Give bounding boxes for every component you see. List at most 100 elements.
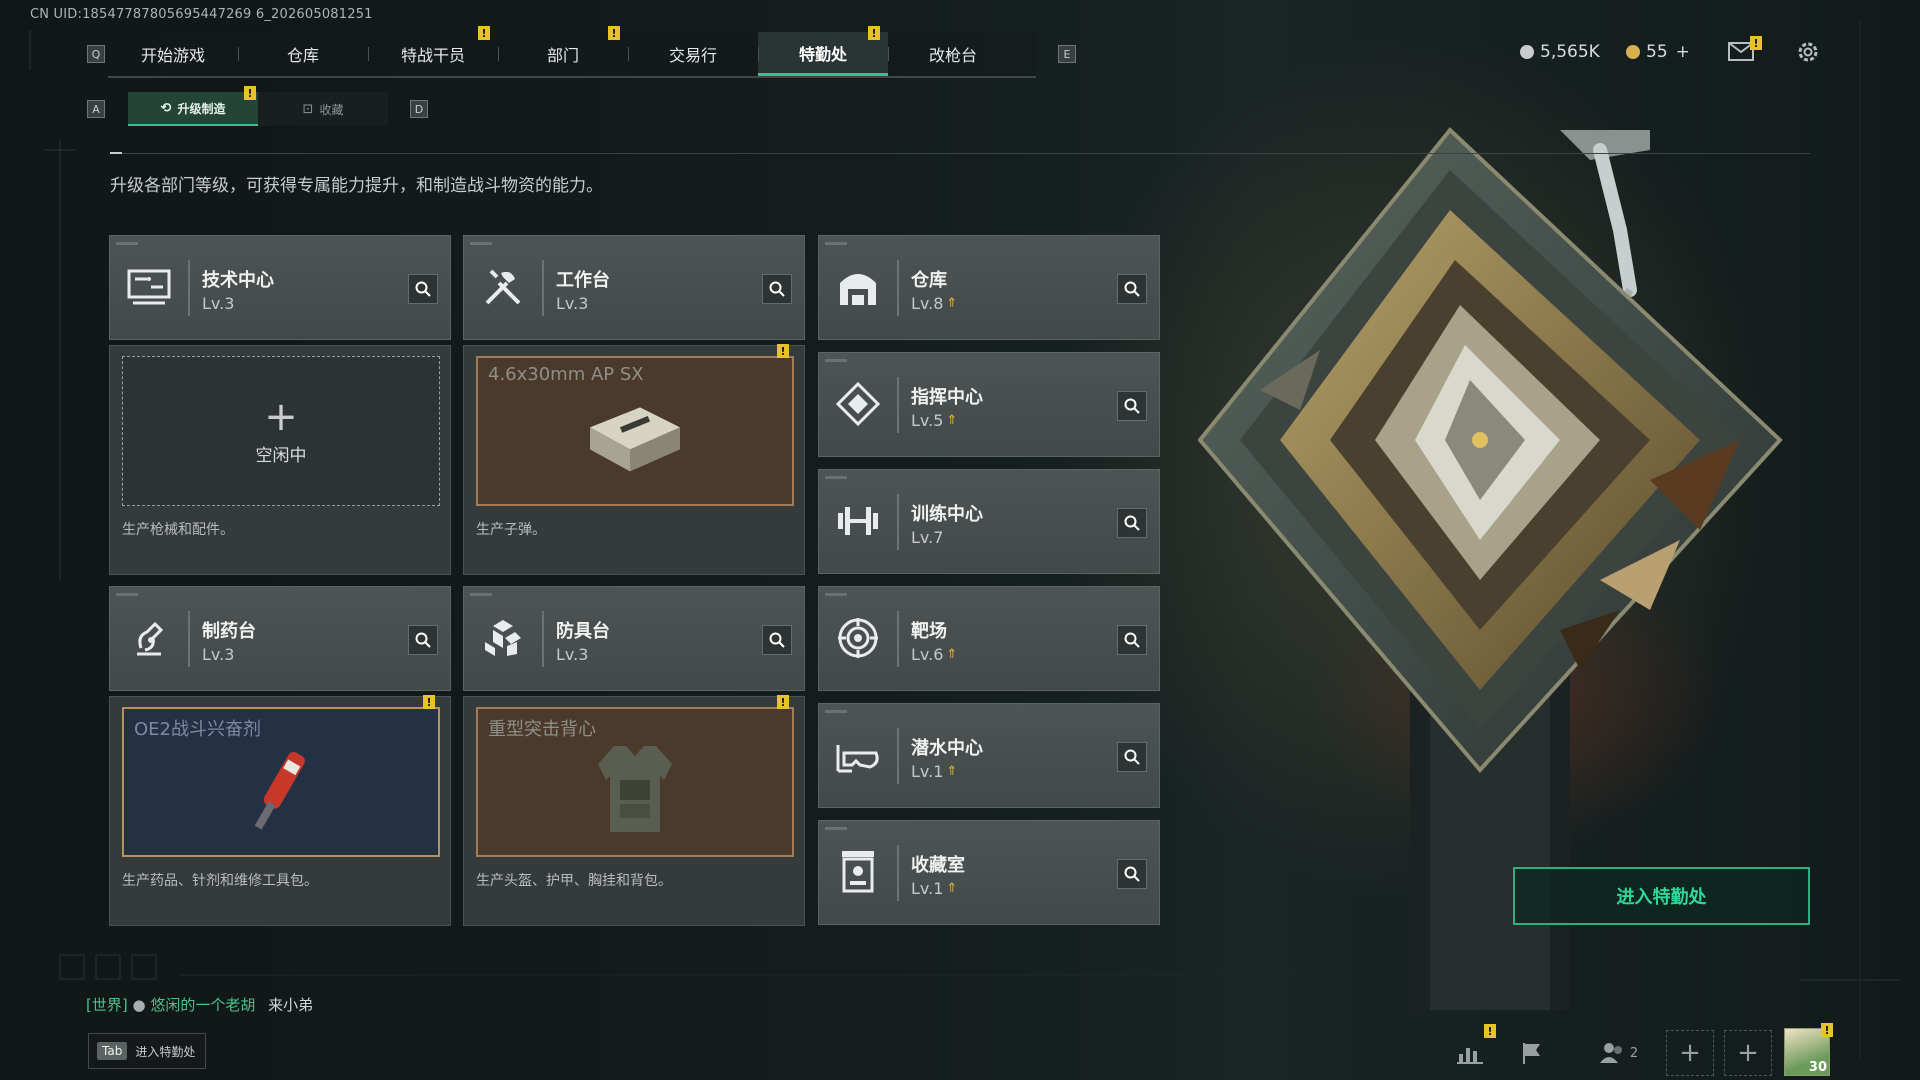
friends-button[interactable]: 2: [1588, 1030, 1648, 1076]
notification-badge: !: [777, 695, 789, 709]
bar-chart-icon: [1457, 1048, 1483, 1064]
search-icon: [1124, 632, 1140, 648]
dept-card-workbench[interactable]: 工作台 Lv.3: [463, 235, 805, 340]
silver-amount: 5,565K: [1540, 42, 1600, 62]
item-name: 4.6x30mm AP SX: [488, 364, 644, 385]
dept-level: Lv.6 ⇑: [911, 645, 957, 664]
dept-card-collection-room[interactable]: 收藏室 Lv.1 ⇑: [818, 820, 1160, 925]
card-tag: [825, 593, 847, 596]
stats-button[interactable]: !: [1446, 1024, 1496, 1076]
dept-card-armor-bench[interactable]: 防具台 Lv.3: [463, 586, 805, 691]
dept-level: Lv.3: [202, 645, 234, 664]
notification-badge: !: [777, 344, 789, 358]
dept-name: 工作台: [556, 270, 610, 291]
card-divider: [542, 611, 544, 667]
silver-currency[interactable]: 5,565K: [1520, 42, 1600, 62]
sub-nav: ⟲ 升级制造 ! ⊡ 收藏: [128, 86, 388, 126]
notification-badge: !: [478, 26, 490, 40]
dept-card-diving-center[interactable]: 潜水中心 Lv.1 ⇑: [818, 703, 1160, 808]
tab-label: 交易行: [668, 46, 717, 65]
item-name: OE2战斗兴奋剂: [134, 719, 261, 740]
tech-center-icon: [124, 262, 174, 312]
card-divider: [188, 611, 190, 667]
dept-name: 潜水中心: [911, 738, 983, 759]
production-slot-active[interactable]: 4.6x30mm AP SX: [476, 356, 794, 506]
add-slot-button[interactable]: +: [1724, 1030, 1772, 1076]
dept-name: 收藏室: [911, 855, 965, 876]
production-slot-idle[interactable]: + 空闲中: [122, 356, 440, 506]
search-button[interactable]: [1117, 859, 1147, 889]
dept-level: Lv.7: [911, 528, 943, 547]
search-button[interactable]: [1117, 274, 1147, 304]
dept-card-shooting-range[interactable]: 靶场 Lv.6 ⇑: [818, 586, 1160, 691]
dept-level: Lv.5 ⇑: [911, 411, 957, 430]
notification-badge: !: [244, 86, 256, 100]
notification-badge: !: [1750, 36, 1762, 50]
card-divider: [188, 260, 190, 316]
level-text: Lv.1: [911, 879, 944, 898]
dept-card-pharmacy[interactable]: 制药台 Lv.3: [109, 586, 451, 691]
dept-name: 仓库: [911, 270, 947, 291]
search-button[interactable]: [1117, 508, 1147, 538]
subtab-upgrade-manufacture[interactable]: ⟲ 升级制造 !: [128, 86, 258, 126]
search-button[interactable]: [1117, 391, 1147, 421]
add-gold-button[interactable]: +: [1676, 42, 1690, 62]
subtab-collection[interactable]: ⊡ 收藏: [258, 92, 388, 126]
search-button[interactable]: [408, 274, 438, 304]
search-icon: [769, 281, 785, 297]
dept-level: Lv.3: [556, 645, 588, 664]
dept-name: 技术中心: [202, 270, 274, 291]
tab-hotkey-hint[interactable]: Tab 进入特勤处: [88, 1033, 206, 1069]
flag-icon: [1523, 1043, 1540, 1064]
search-icon: [1124, 866, 1140, 882]
dept-card-training-center[interactable]: 训练中心 Lv.7: [818, 469, 1160, 574]
dept-level: Lv.1 ⇑: [911, 879, 957, 898]
search-button[interactable]: [408, 625, 438, 655]
gold-currency[interactable]: 55 +: [1626, 42, 1690, 62]
production-slot-active[interactable]: OE2战斗兴奋剂: [122, 707, 440, 857]
warehouse-icon: [833, 262, 883, 312]
dept-card-warehouse[interactable]: 仓库 Lv.8 ⇑: [818, 235, 1160, 340]
tab-gunsmith[interactable]: 改枪台: [888, 32, 1018, 76]
notification-badge: !: [1821, 1023, 1833, 1037]
production-slot-active[interactable]: 重型突击背心: [476, 707, 794, 857]
tab-operators[interactable]: 特战干员 !: [368, 26, 498, 76]
subtab-label: 收藏: [319, 102, 344, 117]
enter-special-ops-button[interactable]: 进入特勤处: [1513, 867, 1810, 925]
add-slot-button[interactable]: +: [1666, 1030, 1714, 1076]
dept-card-tech-center[interactable]: 技术中心 Lv.3: [109, 235, 451, 340]
friends-icon: [1599, 1043, 1622, 1063]
tab-key: Tab: [97, 1042, 128, 1060]
chat-nickname[interactable]: 悠闲的一个老胡: [150, 996, 255, 1014]
card-tag: [825, 827, 847, 830]
flag-button[interactable]: [1508, 1030, 1556, 1076]
card-divider: [897, 611, 899, 667]
pharmacy-icon: [124, 613, 174, 663]
search-button[interactable]: [762, 625, 792, 655]
dept-card-command-center[interactable]: 指挥中心 Lv.5 ⇑: [818, 352, 1160, 457]
tab-special-ops[interactable]: 特勤处 !: [758, 26, 888, 76]
avatar-level: 30: [1808, 1060, 1827, 1075]
shooting-range-icon: [833, 613, 883, 663]
mail-icon[interactable]: !: [1728, 36, 1762, 62]
tab-trading[interactable]: 交易行: [628, 32, 758, 76]
card-tag: [470, 593, 492, 596]
search-button[interactable]: [762, 274, 792, 304]
production-description: 生产药品、针剂和维修工具包。: [122, 873, 318, 889]
add-production-icon: +: [264, 393, 298, 440]
tab-departments[interactable]: 部门 !: [498, 26, 628, 76]
notification-badge: !: [868, 26, 880, 40]
search-button[interactable]: [1117, 625, 1147, 655]
tab-warehouse[interactable]: 仓库: [238, 32, 368, 76]
dept-name: 防具台: [556, 621, 610, 642]
search-button[interactable]: [1117, 742, 1147, 772]
chat-message[interactable]: [世界] ● 悠闲的一个老胡 来小弟: [86, 994, 313, 1015]
tab-label: 特勤处: [798, 44, 847, 64]
production-description: 生产枪械和配件。: [122, 522, 234, 538]
avatar[interactable]: 30 !: [1784, 1023, 1833, 1076]
level-text: Lv.8: [911, 294, 944, 313]
settings-gear-icon[interactable]: [1796, 40, 1820, 64]
tab-label: 部门: [546, 46, 579, 65]
tab-start-game[interactable]: 开始游戏: [108, 32, 238, 76]
tab-label: 改枪台: [928, 46, 977, 65]
